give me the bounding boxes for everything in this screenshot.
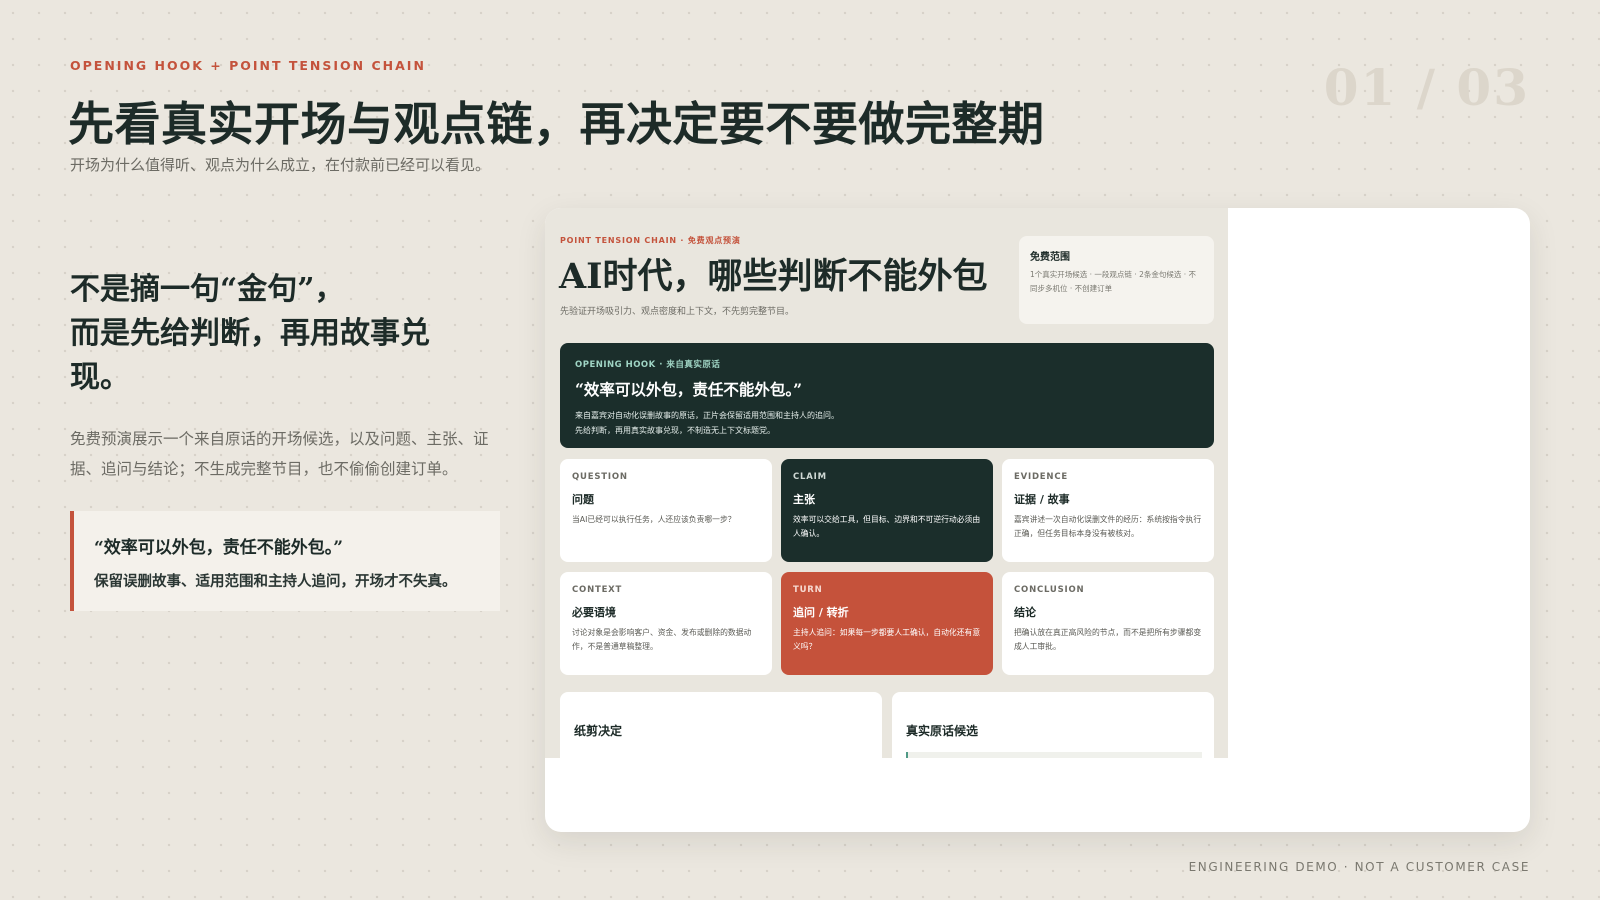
conclusion-card-text: 把确认放在真正高风险的节点，而不是把所有步骤都变成人工审批。 (1014, 628, 1202, 651)
free-scope-box: 免费范围 1个真实开场候选 · 一段观点链 · 2条金句候选 · 不同步多机位 … (1019, 236, 1214, 324)
evidence-card-label: EVIDENCE (1014, 472, 1068, 482)
claim-card-text: 效率可以交给工具，但目标、边界和不可逆行动必须由人确认。 (793, 515, 981, 538)
evidence-card-title: 证据 / 故事 (1014, 493, 1070, 506)
quote-candidates-box: 真实原话候选 (892, 692, 1214, 758)
question-card-label: QUESTION (572, 472, 628, 482)
hook-eyebrow: OPENING HOOK · 来自真实原话 (575, 360, 721, 370)
edit-decision-box: 纸剪决定 (560, 692, 882, 758)
turn-card-text: 主持人追问：如果每一步都要人工确认，自动化还有意义吗？ (793, 628, 981, 651)
turn-card-label: TURN (793, 585, 823, 595)
quote-subtext: 保留误删故事、适用范围和主持人追问，开场才不失真。 (94, 573, 457, 590)
question-card: QUESTION 问题 当AI已经可以执行任务，人还应该负责哪一步？ (560, 459, 772, 562)
page-title: 先看真实开场与观点链，再决定要不要做完整期 (68, 97, 1045, 151)
edit-decision-title: 纸剪决定 (574, 724, 623, 738)
preview-card: POINT TENSION CHAIN · 免费观点预演 AI时代，哪些判断不能… (545, 208, 1530, 832)
eyebrow: OPENING HOOK + POINT TENSION CHAIN (70, 58, 426, 73)
claim-card-label: CLAIM (793, 472, 827, 482)
preview-eyebrow: POINT TENSION CHAIN · 免费观点预演 (560, 236, 741, 245)
claim-card-title: 主张 (793, 493, 815, 506)
preview-screenshot: POINT TENSION CHAIN · 免费观点预演 AI时代，哪些判断不能… (545, 208, 1228, 758)
left-heading-line-1: 不是摘一句“金句”， (70, 272, 345, 307)
hook-line-1: 来自嘉宾对自动化误删故事的原话，正片会保留适用范围和主持人的追问。 (575, 411, 839, 420)
page-counter: 01 / 03 (1323, 58, 1530, 117)
left-heading-line-3: 现。 (70, 360, 130, 395)
turn-card-title: 追问 / 转折 (793, 606, 849, 619)
conclusion-card-label: CONCLUSION (1014, 585, 1085, 595)
evidence-card-text: 嘉宾讲述一次自动化误删文件的经历：系统按指令执行正确，但任务目标本身没有被核对。 (1014, 515, 1202, 538)
claim-card: CLAIM 主张 效率可以交给工具，但目标、边界和不可逆行动必须由人确认。 (781, 459, 993, 562)
free-scope-text: 1个真实开场候选 · 一段观点链 · 2条金句候选 · 不同步多机位 · 不创建… (1030, 270, 1196, 293)
page-subtitle: 开场为什么值得听、观点为什么成立，在付款前已经可以看见。 (70, 156, 491, 174)
conclusion-card-title: 结论 (1014, 606, 1036, 619)
conclusion-card: CONCLUSION 结论 把确认放在真正高风险的节点，而不是把所有步骤都变成人… (1002, 572, 1214, 675)
preview-title: AI时代，哪些判断不能外包 (559, 256, 988, 297)
candidate-bar (906, 752, 1202, 758)
footer-note: ENGINEERING DEMO · NOT A CUSTOMER CASE (1188, 860, 1530, 874)
turn-card: TURN 追问 / 转折 主持人追问：如果每一步都要人工确认，自动化还有意义吗？ (781, 572, 993, 675)
context-card-title: 必要语境 (572, 606, 616, 619)
quote-candidates-title: 真实原话候选 (906, 724, 979, 738)
preview-subtitle: 先验证开场吸引力、观点密度和上下文，不先剪完整节目。 (560, 307, 795, 317)
quote-box: “效率可以外包，责任不能外包。” 保留误删故事、适用范围和主持人追问，开场才不失… (70, 511, 500, 611)
context-card-text: 讨论对象是会影响客户、资金、发布或删除的数据动作，不是普通草稿整理。 (572, 628, 752, 651)
context-card-label: CONTEXT (572, 585, 623, 595)
hook-quote: “效率可以外包，责任不能外包。” (575, 380, 803, 399)
evidence-card: EVIDENCE 证据 / 故事 嘉宾讲述一次自动化误删文件的经历：系统按指令执… (1002, 459, 1214, 562)
left-heading: 不是摘一句“金句”， 而是先给判断，再用故事兑 现。 (70, 268, 490, 400)
question-card-text: 当AI已经可以执行任务，人还应该负责哪一步？ (572, 515, 736, 524)
context-card: CONTEXT 必要语境 讨论对象是会影响客户、资金、发布或删除的数据动作，不是… (560, 572, 772, 675)
opening-hook-box: OPENING HOOK · 来自真实原话 “效率可以外包，责任不能外包。” 来… (560, 343, 1214, 448)
hook-lines: 来自嘉宾对自动化误删故事的原话，正片会保留适用范围和主持人的追问。 先给判断，再… (575, 408, 1199, 438)
quote-text: “效率可以外包，责任不能外包。” (94, 538, 344, 558)
free-scope-title: 免费范围 (1030, 252, 1070, 263)
left-body: 免费预演展示一个来自原话的开场候选，以及问题、主张、证据、追问与结论；不生成完整… (70, 430, 489, 478)
left-heading-line-2: 而是先给判断，再用故事兑 (70, 316, 430, 351)
question-card-title: 问题 (572, 493, 594, 506)
hook-line-2: 先给判断，再用真实故事兑现，不制造无上下文标题党。 (575, 426, 775, 435)
